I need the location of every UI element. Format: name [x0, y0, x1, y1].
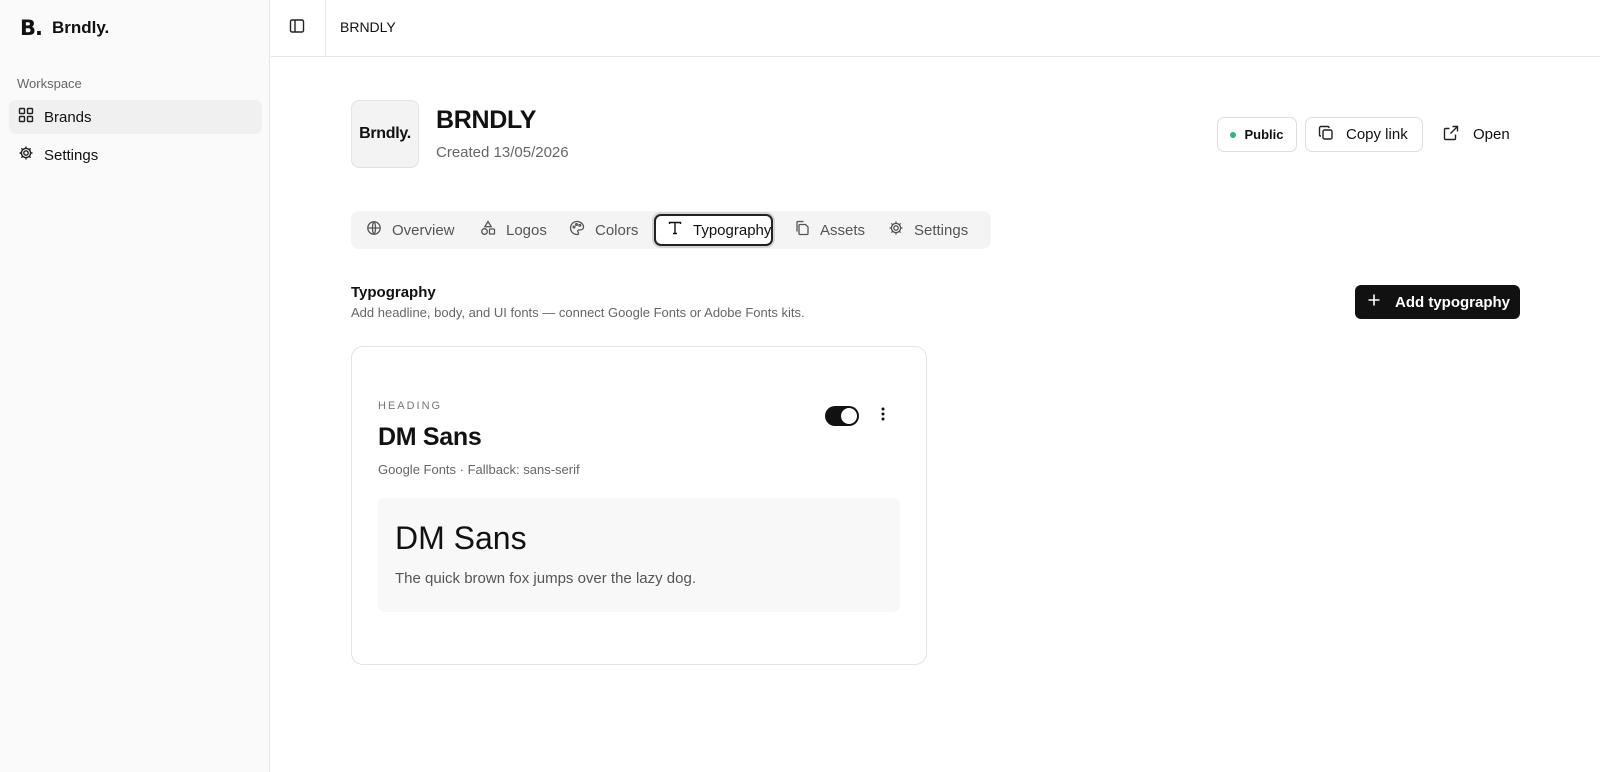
preview-font-name: DM Sans [395, 520, 527, 556]
status-dot-icon [1230, 131, 1237, 138]
shapes-icon [480, 220, 496, 240]
topbar-divider [325, 0, 326, 57]
created-date: Created 13/05/2026 [436, 144, 569, 161]
sidebar: B. Brndly. Workspace Brands Settings [0, 0, 270, 772]
tab-colors[interactable]: Colors [556, 214, 638, 246]
type-icon [667, 220, 683, 240]
copy-link-button[interactable]: Copy link [1305, 117, 1423, 152]
brand-logo-tile: Brndly. [351, 100, 419, 168]
copy-link-label: Copy link [1346, 126, 1408, 143]
sidebar-item-settings[interactable]: Settings [9, 138, 262, 172]
sidebar-item-label: Brands [44, 108, 92, 126]
logo-mark: B. [20, 16, 43, 40]
font-meta: Google Fonts · Fallback: sans-serif [378, 462, 580, 477]
files-icon [794, 220, 810, 240]
section-description: Add headline, body, and UI fonts — conne… [351, 305, 805, 320]
tab-logos[interactable]: Logos [467, 214, 547, 246]
tab-typography[interactable]: Typography [654, 214, 774, 246]
copy-icon [1318, 125, 1334, 145]
logo-text: Brndly. [51, 18, 110, 37]
more-vertical-icon [881, 407, 885, 426]
external-link-icon [1443, 125, 1459, 145]
tab-label: Assets [820, 221, 866, 239]
app-logo[interactable]: B. Brndly. [20, 16, 109, 40]
page-title: BRNDLY [436, 106, 537, 134]
font-name: DM Sans [378, 423, 482, 451]
visibility-badge[interactable]: Public [1217, 117, 1297, 152]
preview-sample-text: The quick brown fox jumps over the lazy … [395, 570, 696, 587]
open-button[interactable]: Open [1432, 117, 1522, 152]
breadcrumb[interactable]: BRNDLY [340, 19, 396, 35]
visibility-label: Public [1244, 127, 1284, 142]
sidebar-toggle-button[interactable] [285, 16, 309, 40]
sidebar-toggle-icon [289, 18, 305, 39]
tab-label: Colors [595, 221, 639, 239]
section-title: Typography [351, 284, 436, 301]
toggle-knob [841, 408, 857, 424]
tab-label: Typography [693, 221, 772, 239]
globe-icon [366, 220, 382, 240]
add-typography-button[interactable]: Add typography [1355, 285, 1520, 319]
font-enabled-toggle[interactable] [825, 406, 859, 426]
font-role-label: HEADING [378, 400, 443, 412]
tab-label: Logos [506, 221, 547, 239]
add-typography-label: Add typography [1395, 293, 1510, 311]
open-label: Open [1473, 126, 1510, 143]
palette-icon [569, 220, 585, 240]
font-card: HEADING DM Sans Google Fonts · Fallback:… [351, 346, 927, 665]
tab-label: Overview [392, 221, 455, 239]
tab-assets[interactable]: Assets [781, 214, 865, 246]
gear-icon [888, 220, 904, 240]
tab-settings[interactable]: Settings [875, 214, 968, 246]
tab-bar: Overview Logos Colors Typography Assets … [351, 211, 991, 249]
plus-icon [1367, 293, 1381, 311]
font-preview: DM Sans The quick brown fox jumps over t… [378, 498, 900, 612]
sidebar-item-brands[interactable]: Brands [9, 100, 262, 134]
grid-icon [18, 107, 34, 127]
tab-overview[interactable]: Overview [353, 214, 455, 246]
top-bar: BRNDLY [271, 0, 1600, 57]
workspace-label: Workspace [17, 76, 82, 91]
tab-label: Settings [914, 221, 969, 239]
gear-icon [18, 145, 34, 165]
more-options-button[interactable] [873, 404, 893, 428]
sidebar-item-label: Settings [44, 146, 99, 164]
